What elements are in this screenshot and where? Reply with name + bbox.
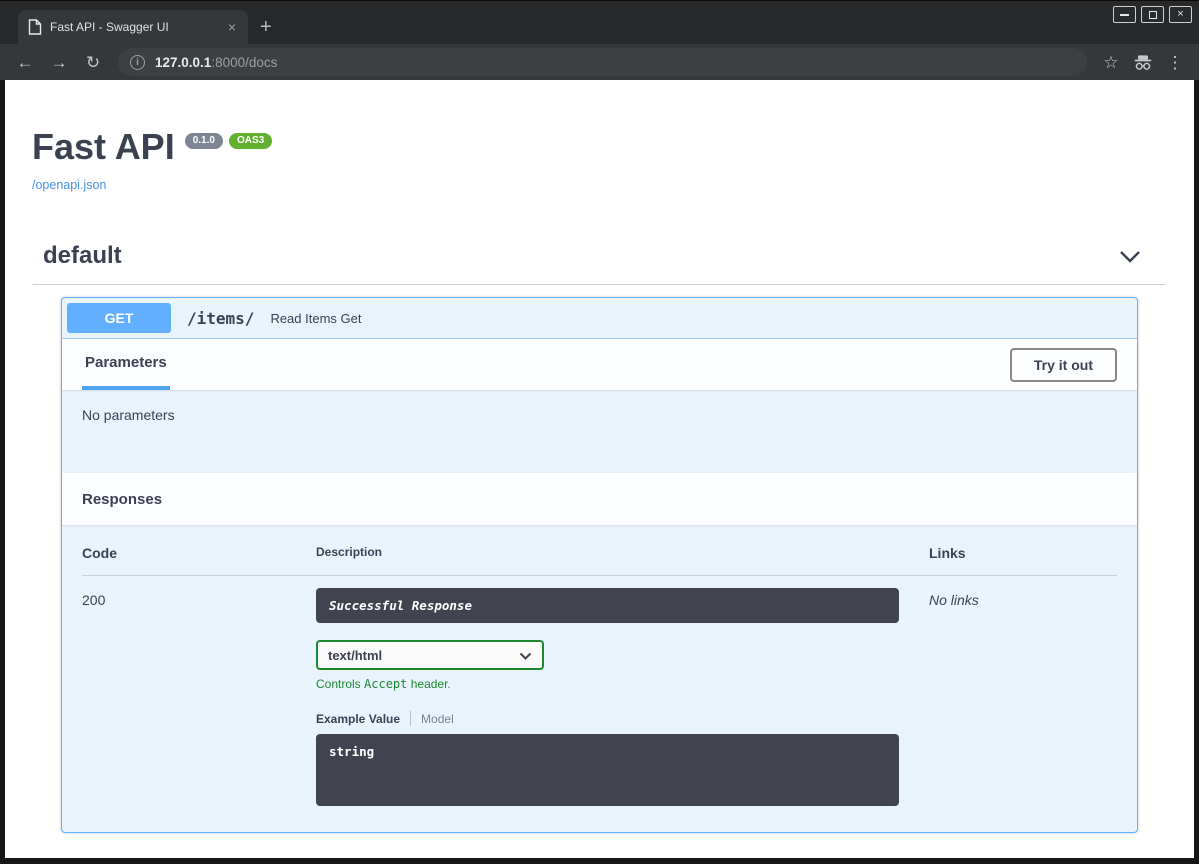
- browser-toolbar: ← → ↻ i 127.0.0.1:8000/docs ☆ ⋮: [0, 44, 1199, 80]
- tag-name: default: [43, 242, 122, 270]
- oas-badge: OAS3: [229, 133, 272, 149]
- browser-window: Fast API - Swagger UI × + × ← → ↻ i 127.…: [0, 0, 1199, 864]
- operation-path: /items/: [187, 309, 254, 328]
- window-controls: ×: [1113, 6, 1192, 23]
- tab-close-icon[interactable]: ×: [224, 19, 240, 35]
- responses-body: Code Description Links 200 Successful Re…: [62, 525, 1137, 832]
- try-it-out-button[interactable]: Try it out: [1010, 348, 1117, 382]
- reload-icon[interactable]: ↻: [78, 54, 108, 71]
- url-path: :8000/docs: [211, 55, 277, 70]
- column-header-description: Description: [316, 545, 927, 576]
- tab-parameters: Parameters: [82, 339, 170, 390]
- close-icon: ×: [1177, 9, 1183, 20]
- tag-section: default GET /items/ Read Items Get Param…: [33, 234, 1166, 833]
- responses-header: Responses: [62, 473, 1137, 525]
- minimize-icon: [1120, 14, 1129, 16]
- example-value-panel: string: [316, 734, 899, 806]
- version-badge: 0.1.0: [185, 133, 223, 149]
- bookmark-star-icon[interactable]: ☆: [1097, 54, 1125, 71]
- parameters-header: Parameters Try it out: [62, 339, 1137, 390]
- media-type-value: text/html: [328, 648, 382, 663]
- column-header-links: Links: [927, 545, 1117, 576]
- responses-table: Code Description Links 200 Successful Re…: [82, 545, 1117, 806]
- responses-title: Responses: [82, 491, 162, 508]
- tab-divider: [410, 711, 411, 726]
- address-bar[interactable]: i 127.0.0.1:8000/docs: [118, 48, 1087, 76]
- response-description-panel: Successful Response: [316, 588, 899, 623]
- response-code: 200: [82, 576, 316, 806]
- api-title: Fast API: [32, 126, 175, 168]
- no-parameters-text: No parameters: [82, 407, 175, 423]
- api-info: Fast API 0.1.0 OAS3 /openapi.json: [32, 126, 1194, 194]
- select-chevron-icon: [519, 648, 532, 663]
- method-get-button[interactable]: GET: [67, 303, 171, 333]
- tag-header[interactable]: default: [33, 234, 1166, 285]
- browser-tab[interactable]: Fast API - Swagger UI ×: [18, 10, 248, 44]
- url-text: 127.0.0.1:8000/docs: [155, 55, 277, 70]
- forward-icon[interactable]: →: [44, 54, 74, 71]
- close-button[interactable]: ×: [1169, 6, 1192, 23]
- parameters-body: No parameters: [62, 390, 1137, 473]
- maximize-button[interactable]: [1141, 6, 1164, 23]
- new-tab-button[interactable]: +: [260, 17, 272, 37]
- site-info-icon[interactable]: i: [130, 55, 145, 70]
- column-header-code: Code: [82, 545, 316, 576]
- api-badges: 0.1.0 OAS3: [185, 133, 272, 149]
- operation-summary[interactable]: GET /items/ Read Items Get: [62, 298, 1137, 339]
- tab-example-value[interactable]: Example Value: [316, 712, 400, 726]
- browser-titlebar: Fast API - Swagger UI × + ×: [0, 0, 1199, 44]
- example-model-tabs: Example Value Model: [316, 711, 899, 726]
- swagger-page: Fast API 0.1.0 OAS3 /openapi.json defaul…: [5, 80, 1194, 858]
- url-host: 127.0.0.1: [155, 55, 211, 70]
- response-description-cell: Successful Response text/html Controls A…: [316, 576, 927, 806]
- openapi-spec-link[interactable]: /openapi.json: [32, 178, 106, 192]
- maximize-icon: [1149, 11, 1157, 19]
- media-type-select[interactable]: text/html: [316, 640, 544, 670]
- menu-kebab-icon[interactable]: ⋮: [1161, 54, 1189, 71]
- operation-summary-text: Read Items Get: [270, 311, 361, 326]
- response-links-cell: No links: [927, 576, 1117, 806]
- accept-header-hint: Controls Accept header.: [316, 677, 899, 691]
- page-favicon-icon: [28, 19, 42, 35]
- accept-code-text: Accept: [364, 677, 407, 691]
- operation-block-get-items: GET /items/ Read Items Get Parameters Tr…: [61, 297, 1138, 833]
- incognito-icon: [1129, 54, 1157, 71]
- back-icon[interactable]: ←: [10, 54, 40, 71]
- chevron-down-icon[interactable]: [1119, 250, 1141, 263]
- tab-title: Fast API - Swagger UI: [50, 20, 216, 34]
- tab-model[interactable]: Model: [421, 712, 454, 726]
- minimize-button[interactable]: [1113, 6, 1136, 23]
